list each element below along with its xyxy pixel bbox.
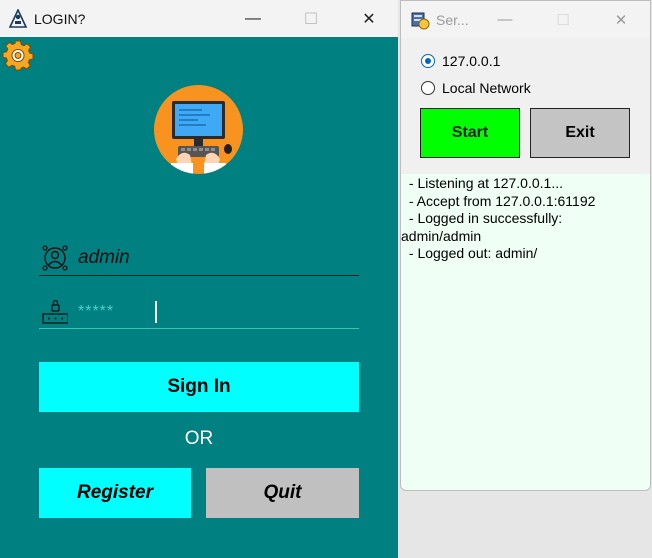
sign-in-button[interactable]: Sign In bbox=[39, 362, 359, 412]
server-minimize-button[interactable]: — bbox=[476, 1, 534, 38]
radio-localhost-label: 127.0.0.1 bbox=[442, 53, 501, 69]
close-button[interactable]: ✕ bbox=[340, 0, 398, 37]
radio-localhost[interactable]: 127.0.0.1 bbox=[421, 53, 500, 69]
username-field[interactable]: admin bbox=[39, 243, 359, 276]
server-titlebar[interactable]: Ser... — ☐ ✕ bbox=[401, 1, 650, 38]
log-line: - Logged in successfully: bbox=[405, 210, 563, 226]
server-window: Ser... — ☐ ✕ 127.0.0.1 Local Network Sta… bbox=[400, 0, 651, 491]
log-line: - Accept from 127.0.0.1:61192 bbox=[405, 192, 596, 209]
server-log: - Listening at 127.0.0.1... - Accept fro… bbox=[401, 175, 649, 263]
minimize-button[interactable]: — bbox=[224, 0, 282, 37]
computer-user-avatar bbox=[154, 85, 243, 174]
radio-local-network[interactable]: Local Network bbox=[421, 80, 531, 96]
server-maximize-button[interactable]: ☐ bbox=[534, 1, 592, 38]
password-input[interactable]: ***** bbox=[78, 303, 114, 321]
log-line: - Listening at 127.0.0.1... bbox=[405, 175, 563, 191]
login-window: LOGIN? — ☐ ✕ admin ***** Sign In OR Regi… bbox=[0, 0, 398, 558]
radio-selected-indicator[interactable] bbox=[421, 54, 435, 68]
login-window-title: LOGIN? bbox=[34, 10, 86, 27]
radio-local-network-label: Local Network bbox=[442, 80, 531, 96]
maximize-button[interactable]: ☐ bbox=[282, 0, 340, 37]
lock-icon bbox=[42, 299, 68, 324]
exit-button[interactable]: Exit bbox=[530, 108, 630, 158]
text-caret bbox=[155, 301, 157, 323]
quit-button[interactable]: Quit bbox=[206, 468, 359, 518]
register-button[interactable]: Register bbox=[39, 468, 191, 518]
radio-unselected-indicator[interactable] bbox=[421, 81, 435, 95]
log-line: admin/admin bbox=[401, 227, 482, 244]
username-input[interactable]: admin bbox=[78, 247, 130, 269]
server-controls-panel: 127.0.0.1 Local Network Start Exit bbox=[401, 38, 650, 174]
server-close-button[interactable]: ✕ bbox=[592, 1, 650, 38]
log-line: - Logged out: admin/ bbox=[405, 245, 538, 261]
start-button[interactable]: Start bbox=[420, 108, 520, 158]
server-app-icon bbox=[411, 12, 430, 29]
login-titlebar[interactable]: LOGIN? — ☐ ✕ bbox=[0, 0, 398, 37]
user-icon bbox=[42, 245, 68, 271]
server-window-title: Ser... bbox=[436, 11, 469, 28]
or-separator: OR bbox=[184, 428, 214, 449]
password-field[interactable]: ***** bbox=[39, 296, 359, 329]
login-app-icon bbox=[8, 8, 28, 28]
settings-gear-icon[interactable] bbox=[2, 39, 34, 71]
